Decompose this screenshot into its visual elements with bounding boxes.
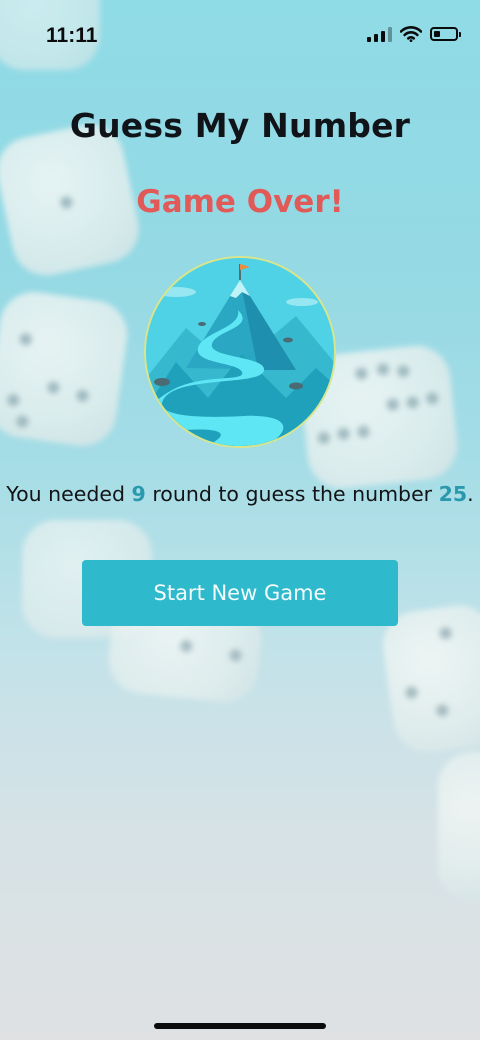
mountain-illustration	[144, 256, 336, 448]
mountain-summit-image	[146, 258, 334, 446]
cellular-signal-icon	[367, 26, 392, 42]
page-title: Guess My Number	[69, 106, 411, 145]
target-number: 25	[438, 482, 468, 506]
battery-icon	[430, 27, 461, 41]
status-bar: 11:11	[0, 0, 480, 76]
result-message: You needed 9 round to guess the number 2…	[0, 482, 480, 506]
game-over-heading: Game Over!	[136, 184, 344, 220]
result-suffix: .	[467, 482, 474, 506]
result-middle: round to guess the number	[145, 482, 439, 506]
start-new-game-button[interactable]: Start New Game	[82, 560, 398, 626]
home-indicator[interactable]	[154, 1023, 326, 1029]
wifi-icon	[400, 26, 422, 42]
rounds-count: 9	[131, 482, 146, 506]
status-time: 11:11	[46, 24, 98, 47]
result-prefix: You needed	[6, 482, 132, 506]
battery-level	[434, 31, 440, 37]
status-icons	[367, 26, 461, 42]
